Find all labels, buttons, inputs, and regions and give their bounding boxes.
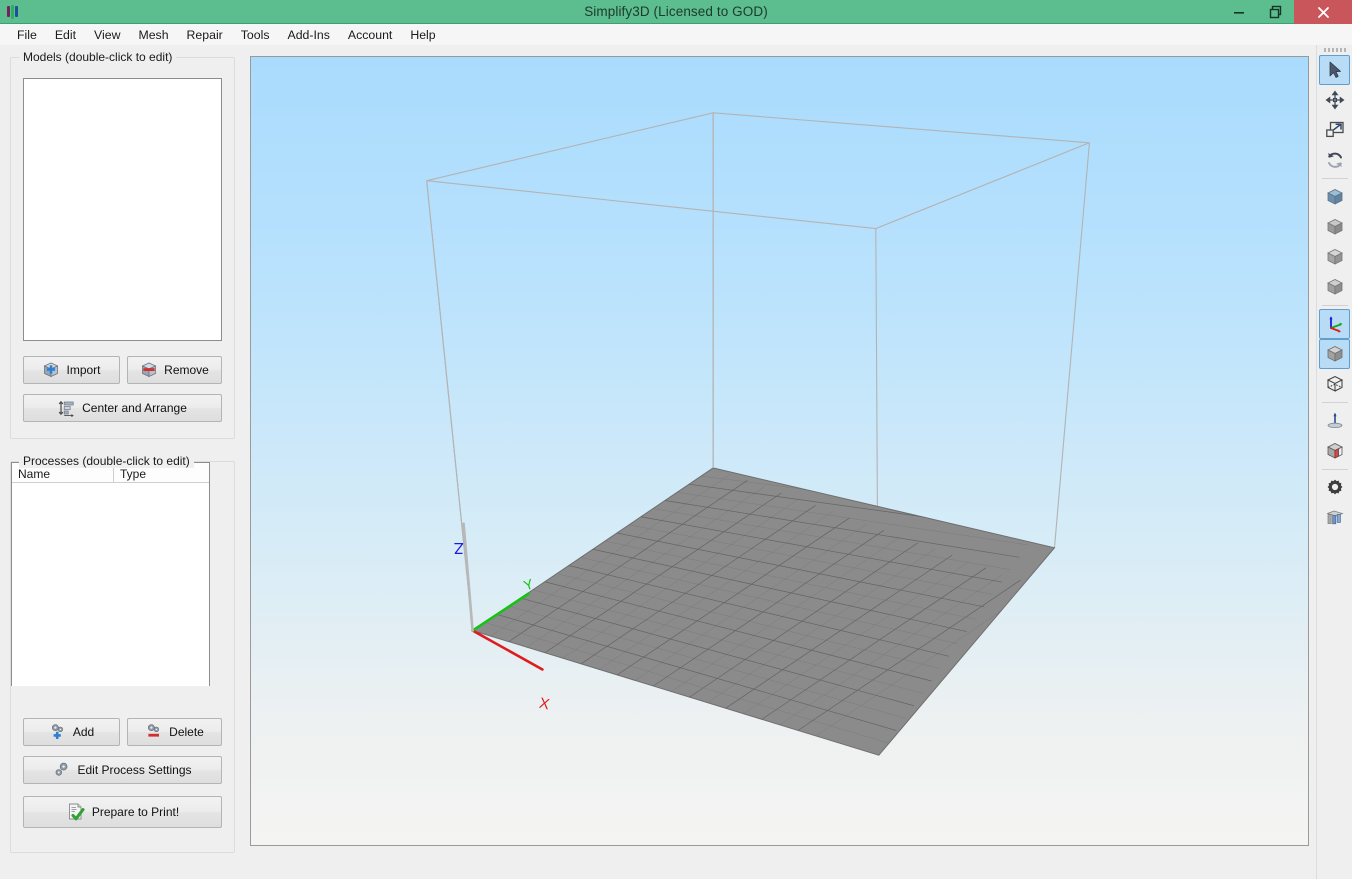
nozzle-icon xyxy=(1325,411,1345,431)
arrange-icon xyxy=(58,399,76,417)
cube-blue-icon xyxy=(1325,187,1345,207)
solid-shading[interactable] xyxy=(1319,339,1350,369)
edit-process-settings-button[interactable]: Edit Process Settings xyxy=(23,756,222,784)
close-button[interactable] xyxy=(1294,0,1352,24)
menu-file[interactable]: File xyxy=(8,26,46,44)
select-tool[interactable] xyxy=(1319,55,1350,85)
models-panel-title: Models (double-click to edit) xyxy=(19,50,177,64)
scale-resize-icon xyxy=(1325,120,1345,140)
menu-view[interactable]: View xyxy=(85,26,129,44)
gears-minus-icon xyxy=(145,723,163,741)
move-arrows-icon xyxy=(1325,90,1345,110)
rotate-arrows-icon xyxy=(1325,150,1345,170)
move-tool[interactable] xyxy=(1319,85,1350,115)
toolbar-separator xyxy=(1321,178,1348,179)
menu-help[interactable]: Help xyxy=(401,26,444,44)
extruders-icon xyxy=(1325,508,1345,528)
prepare-to-print-label: Prepare to Print! xyxy=(91,805,180,819)
menu-account[interactable]: Account xyxy=(339,26,401,44)
y-axis-label: Y xyxy=(521,575,535,593)
build-volume-scene: X Y Z xyxy=(426,112,1090,756)
menu-bar: File Edit View Mesh Repair Tools Add-Ins… xyxy=(0,24,1352,45)
extruder-settings[interactable] xyxy=(1319,503,1350,533)
menu-repair[interactable]: Repair xyxy=(178,26,232,44)
z-axis-label: Z xyxy=(454,539,464,556)
cube-gray-side-icon xyxy=(1325,277,1345,297)
cube-plus-icon xyxy=(42,361,60,379)
edit-process-settings-label: Edit Process Settings xyxy=(77,763,192,777)
cross-section[interactable] xyxy=(1319,436,1350,466)
menu-addins[interactable]: Add-Ins xyxy=(279,26,339,44)
menu-mesh[interactable]: Mesh xyxy=(129,26,177,44)
cube-gray-top-icon xyxy=(1325,247,1345,267)
delete-process-label: Delete xyxy=(169,725,204,739)
show-nozzle[interactable] xyxy=(1319,406,1350,436)
view-side[interactable] xyxy=(1319,272,1350,302)
view-top[interactable] xyxy=(1319,242,1350,272)
center-and-arrange-button[interactable]: Center and Arrange xyxy=(23,394,222,422)
toolbar-separator xyxy=(1321,402,1348,403)
window-controls xyxy=(1220,0,1352,24)
cube-wireframe-icon xyxy=(1325,374,1345,394)
import-button[interactable]: Import xyxy=(23,356,120,384)
prepare-to-print-button[interactable]: Prepare to Print! xyxy=(23,796,222,828)
remove-button-label: Remove xyxy=(164,363,209,377)
processes-table[interactable]: Name Type xyxy=(11,462,210,686)
gears-icon xyxy=(53,761,71,779)
3d-viewport[interactable]: X Y Z xyxy=(250,56,1309,846)
cube-gray-front-icon xyxy=(1325,217,1345,237)
simplify3d-logo-icon xyxy=(0,0,24,24)
add-process-label: Add xyxy=(72,725,95,739)
z-axis xyxy=(462,522,474,632)
toolbar-separator xyxy=(1321,469,1348,470)
center-and-arrange-label: Center and Arrange xyxy=(82,401,187,415)
right-toolbar xyxy=(1316,45,1352,879)
show-axes[interactable] xyxy=(1319,309,1350,339)
toolbar-separator xyxy=(1321,305,1348,306)
wireframe-shading[interactable] xyxy=(1319,369,1350,399)
maximize-button[interactable] xyxy=(1257,0,1294,24)
xyz-axes-icon xyxy=(1325,314,1345,334)
models-panel: Models (double-click to edit) Import Rem… xyxy=(10,50,235,439)
menu-edit[interactable]: Edit xyxy=(46,26,85,44)
models-list[interactable] xyxy=(23,78,222,341)
rotate-tool[interactable] xyxy=(1319,145,1350,175)
cursor-arrow-icon xyxy=(1325,60,1345,80)
menu-tools[interactable]: Tools xyxy=(232,26,279,44)
import-button-label: Import xyxy=(66,363,101,377)
gears-plus-icon xyxy=(49,723,67,741)
checklist-check-icon xyxy=(66,802,86,822)
processes-panel: Processes (double-click to edit) Name Ty… xyxy=(10,454,235,853)
gear-icon xyxy=(1325,478,1345,498)
window-title: Simplify3D (Licensed to GOD) xyxy=(584,4,768,19)
cube-minus-icon xyxy=(140,361,158,379)
view-isometric[interactable] xyxy=(1319,182,1350,212)
processes-table-body[interactable] xyxy=(12,483,209,686)
toolbar-drag-handle[interactable] xyxy=(1322,47,1348,53)
delete-process-button[interactable]: Delete xyxy=(127,718,222,746)
cube-solid-icon xyxy=(1325,344,1345,364)
remove-button[interactable]: Remove xyxy=(127,356,222,384)
view-front[interactable] xyxy=(1319,212,1350,242)
minimize-button[interactable] xyxy=(1220,0,1257,24)
x-axis-label: X xyxy=(538,695,551,714)
machine-settings[interactable] xyxy=(1319,473,1350,503)
left-sidebar: Models (double-click to edit) Import Rem… xyxy=(0,45,245,879)
add-process-button[interactable]: Add xyxy=(23,718,120,746)
cross-section-cube-icon xyxy=(1325,441,1345,461)
title-bar: Simplify3D (Licensed to GOD) xyxy=(0,0,1352,24)
scale-tool[interactable] xyxy=(1319,115,1350,145)
processes-panel-title: Processes (double-click to edit) xyxy=(19,454,194,468)
